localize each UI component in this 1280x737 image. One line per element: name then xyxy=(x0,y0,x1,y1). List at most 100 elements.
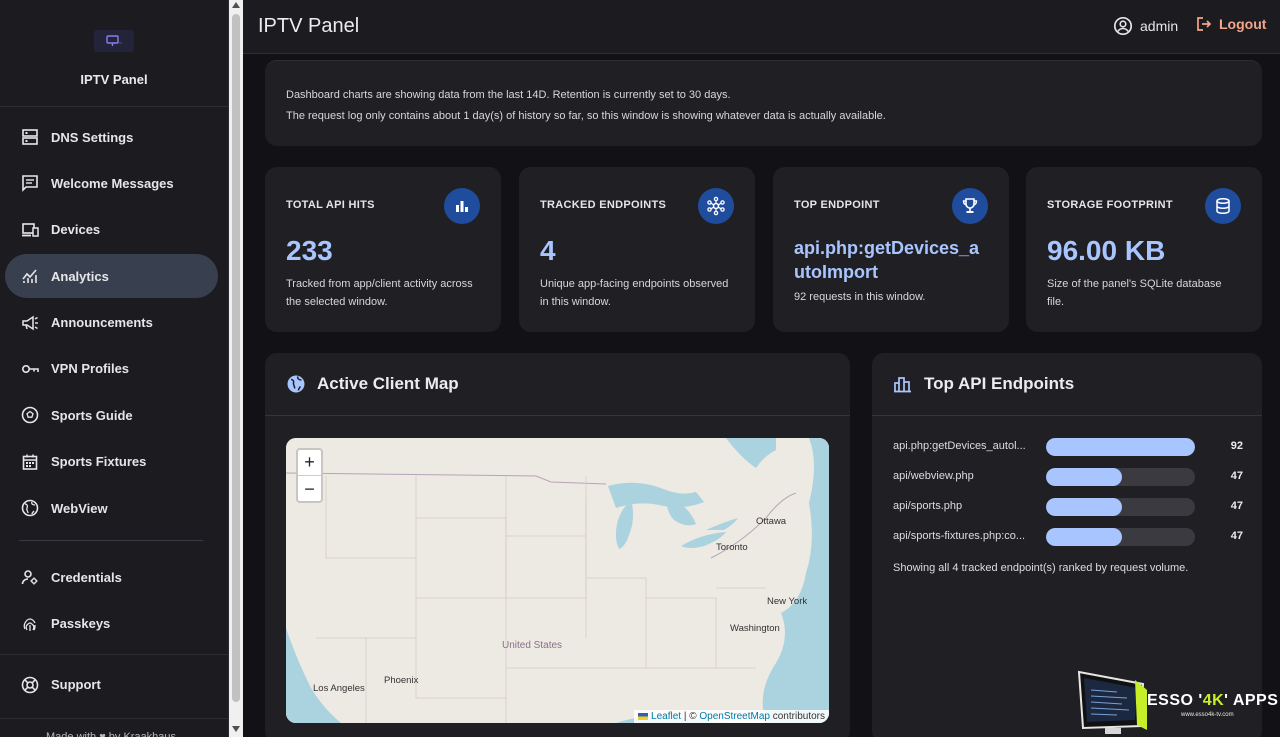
stat-label: TRACKED ENDPOINTS xyxy=(540,199,667,211)
panel-title: Active Client Map xyxy=(317,374,459,393)
scroll-down-arrow-icon[interactable] xyxy=(232,726,240,732)
endpoint-row: api.php:getDevices_autol... 92 xyxy=(893,437,1243,457)
stat-card-total-api-hits: TOTAL API HITS 233 Tracked from app/clie… xyxy=(265,167,501,332)
trophy-icon xyxy=(952,188,988,224)
sidebar-item-passkeys[interactable]: Passkeys xyxy=(5,602,218,646)
user-settings-icon xyxy=(20,567,40,587)
attribution-separator: | © xyxy=(681,711,700,722)
globe-icon xyxy=(287,375,305,393)
sidebar-item-welcome-messages[interactable]: Welcome Messages xyxy=(5,161,218,205)
panel-title: Top API Endpoints xyxy=(924,374,1075,393)
sidebar-item-analytics[interactable]: Analytics xyxy=(5,254,218,299)
sidebar-item-label: DNS Settings xyxy=(51,129,134,145)
bar-chart-icon xyxy=(444,188,480,224)
page-title: IPTV Panel xyxy=(258,15,360,37)
stat-label: TOP ENDPOINT xyxy=(794,199,880,211)
endpoint-count: 47 xyxy=(1230,500,1243,512)
sidebar-item-label: Credentials xyxy=(51,569,122,585)
sidebar-scrollbar[interactable] xyxy=(229,0,243,737)
brand-name: IPTV Panel xyxy=(80,72,148,87)
sidebar-item-label: WebView xyxy=(51,500,108,516)
map-base-layer xyxy=(286,438,829,723)
sidebar-item-credentials[interactable]: Credentials xyxy=(5,555,218,599)
scrollbar-thumb[interactable] xyxy=(232,14,240,702)
stat-description: 92 requests in this window. xyxy=(794,291,926,303)
endpoint-name: api.php:getDevices_autol... xyxy=(893,440,1026,452)
stat-description: Unique app-facing endpoints observed in … xyxy=(540,278,729,308)
soccer-ball-icon xyxy=(20,405,40,425)
endpoint-bar xyxy=(1046,468,1123,486)
logout-icon xyxy=(1197,17,1212,31)
dns-icon xyxy=(20,127,40,147)
sidebar-item-label: Support xyxy=(51,677,101,693)
map-label-ottawa: Ottawa xyxy=(756,516,787,527)
notice-line: The request log only contains about 1 da… xyxy=(286,110,886,122)
map-label-los-angeles: Los Angeles xyxy=(313,683,365,694)
sidebar-item-devices[interactable]: Devices xyxy=(5,208,218,252)
calendar-icon xyxy=(20,452,40,472)
endpoint-summary: Showing all 4 tracked endpoint(s) ranked… xyxy=(893,562,1189,574)
stat-description: Tracked from app/client activity across … xyxy=(286,278,473,308)
fingerprint-icon xyxy=(20,614,40,634)
hub-icon xyxy=(698,188,734,224)
lifebuoy-icon xyxy=(20,675,40,695)
watermark-url: www.esso4k-tv.com xyxy=(1181,712,1234,718)
sidebar-nav: DNS Settings Welcome Messages Devices An… xyxy=(0,107,228,707)
account-circle-icon xyxy=(1113,16,1133,36)
data-window-notice: Dashboard charts are showing data from t… xyxy=(265,60,1262,146)
endpoint-bar-track xyxy=(1046,498,1195,516)
endpoint-name: api/webview.php xyxy=(893,470,974,482)
nav-divider xyxy=(0,653,228,655)
sidebar-item-label: VPN Profiles xyxy=(51,361,130,377)
endpoint-row: api/webview.php 47 xyxy=(893,467,1243,487)
monitor-logo-icon xyxy=(1077,670,1147,734)
endpoint-row: api/sports-fixtures.php:co... 47 xyxy=(893,527,1243,547)
endpoint-count: 47 xyxy=(1230,530,1243,542)
globe-icon xyxy=(20,498,40,518)
watermark-highlight: 4K xyxy=(1202,692,1225,709)
analytics-icon xyxy=(20,266,40,286)
endpoint-name: api/sports.php xyxy=(893,500,963,512)
leaderboard-icon xyxy=(894,377,911,393)
sidebar-item-announcements[interactable]: Announcements xyxy=(5,301,218,345)
endpoint-count: 92 xyxy=(1230,440,1243,452)
nav-divider xyxy=(19,540,203,542)
client-map[interactable]: Ottawa Toronto New York Washington Unite… xyxy=(286,438,829,723)
user-menu[interactable]: admin xyxy=(1113,16,1178,36)
username: admin xyxy=(1140,18,1179,34)
stat-label: STORAGE FOOTPRINT xyxy=(1047,199,1173,211)
zoom-in-button[interactable]: + xyxy=(298,450,321,476)
megaphone-icon xyxy=(20,313,40,333)
openstreetmap-link[interactable]: OpenStreetMap xyxy=(699,711,770,722)
tv-logo-icon xyxy=(94,30,134,52)
sidebar-item-vpn-profiles[interactable]: VPN Profiles xyxy=(5,347,218,391)
ukraine-flag-icon xyxy=(638,712,649,720)
sidebar-item-support[interactable]: Support xyxy=(5,663,218,707)
leaflet-link[interactable]: Leaflet xyxy=(651,711,681,722)
sidebar-item-sports-guide[interactable]: Sports Guide xyxy=(5,393,218,437)
endpoint-count: 47 xyxy=(1230,470,1243,482)
sidebar-item-webview[interactable]: WebView xyxy=(5,486,218,530)
message-icon xyxy=(20,173,40,193)
made-with-footer: Made with ♥ by Kraakhaus xyxy=(0,718,228,737)
stat-value: 96.00 KB xyxy=(1047,235,1166,266)
map-label-toronto: Toronto xyxy=(716,542,748,553)
stat-value: api.php:getDevices_autoImport xyxy=(794,238,980,282)
notice-line: Dashboard charts are showing data from t… xyxy=(286,89,731,101)
zoom-out-button[interactable]: − xyxy=(298,476,321,502)
map-label-phoenix: Phoenix xyxy=(384,675,419,686)
stat-card-tracked-endpoints: TRACKED ENDPOINTS 4 Unique app-facing en… xyxy=(519,167,755,332)
scroll-up-arrow-icon[interactable] xyxy=(232,2,240,8)
stat-value: 233 xyxy=(286,235,333,266)
endpoint-bar-track xyxy=(1046,528,1195,546)
sidebar-item-dns-settings[interactable]: DNS Settings xyxy=(5,115,218,159)
map-label-new-york: New York xyxy=(767,596,808,607)
endpoint-name: api/sports-fixtures.php:co... xyxy=(893,530,1026,542)
endpoint-bar xyxy=(1046,528,1123,546)
map-attribution: Leaflet | © OpenStreetMap contributors xyxy=(634,710,829,723)
logout-button[interactable]: Logout xyxy=(1196,16,1266,32)
watermark-part: ' APPS xyxy=(1224,692,1279,709)
endpoint-bar xyxy=(1046,498,1123,516)
sidebar-item-sports-fixtures[interactable]: Sports Fixtures xyxy=(5,440,218,484)
stat-description: Size of the panel's SQLite database file… xyxy=(1047,278,1222,308)
